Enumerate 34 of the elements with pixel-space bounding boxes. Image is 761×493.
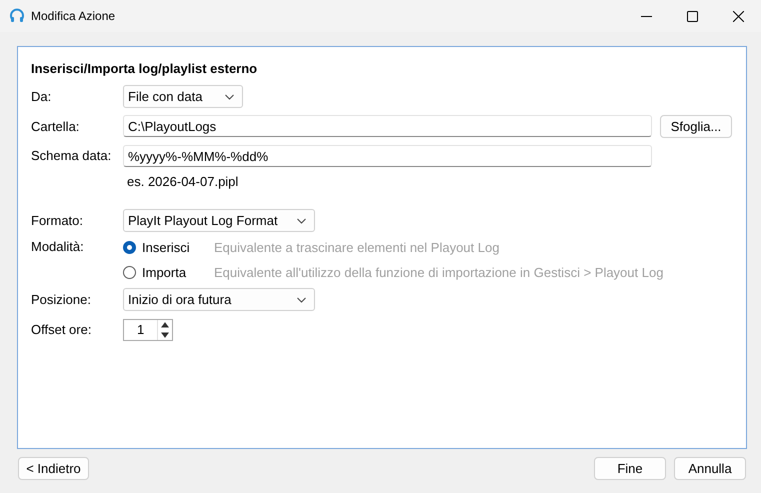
field-label: Cartella: — [31, 119, 80, 134]
radio-label[interactable]: Importa — [142, 265, 214, 280]
back-button[interactable]: < Indietro — [18, 457, 89, 480]
chevron-down-icon — [225, 94, 234, 100]
window-title: Modifica Azione — [31, 9, 116, 23]
number-spinner[interactable]: 1 — [123, 318, 173, 340]
dialog-button[interactable]: Fine — [594, 457, 666, 480]
chevron-down-icon — [297, 296, 306, 302]
app-icon — [9, 8, 25, 24]
field-label: Posizione: — [31, 292, 92, 307]
dialog-button[interactable]: Annulla — [674, 457, 746, 480]
up-arrow-icon — [158, 320, 172, 330]
field-label: Offset ore: — [31, 322, 92, 337]
field-label: Schema data: — [31, 148, 112, 163]
field-label: Da: — [31, 89, 52, 104]
radio-button[interactable] — [123, 241, 136, 254]
dropdown[interactable]: File con data — [123, 85, 243, 108]
input-field[interactable]: %yyyy%-%MM%-%dd% — [123, 145, 652, 167]
down-arrow-icon — [158, 330, 172, 340]
dropdown[interactable]: PlayIt Playout Log Format — [123, 209, 315, 232]
radio-label[interactable]: Inserisci — [142, 240, 214, 255]
maximize-icon — [686, 10, 698, 22]
field-label: Modalità: — [31, 239, 85, 254]
browse-button[interactable]: Sfoglia... — [660, 115, 732, 138]
field-label: Formato: — [31, 213, 84, 228]
option-description: Equivalente all'utilizzo della funzione di importazione in Gestisci > Playout Log — [214, 265, 664, 280]
chevron-down-icon — [297, 218, 306, 224]
example-text: es. 2026-04-07.pipl — [126, 174, 240, 189]
radio-button[interactable] — [123, 266, 136, 279]
section-heading: Inserisci/Importa log/playlist esterno — [31, 61, 258, 78]
input-field[interactable]: C:\PlayoutLogs — [123, 115, 652, 137]
option-description: Equivalente a trascinare elementi nel Playout Log — [214, 240, 500, 255]
close-icon — [732, 10, 744, 22]
dropdown[interactable]: Inizio di ora futura — [123, 288, 315, 311]
